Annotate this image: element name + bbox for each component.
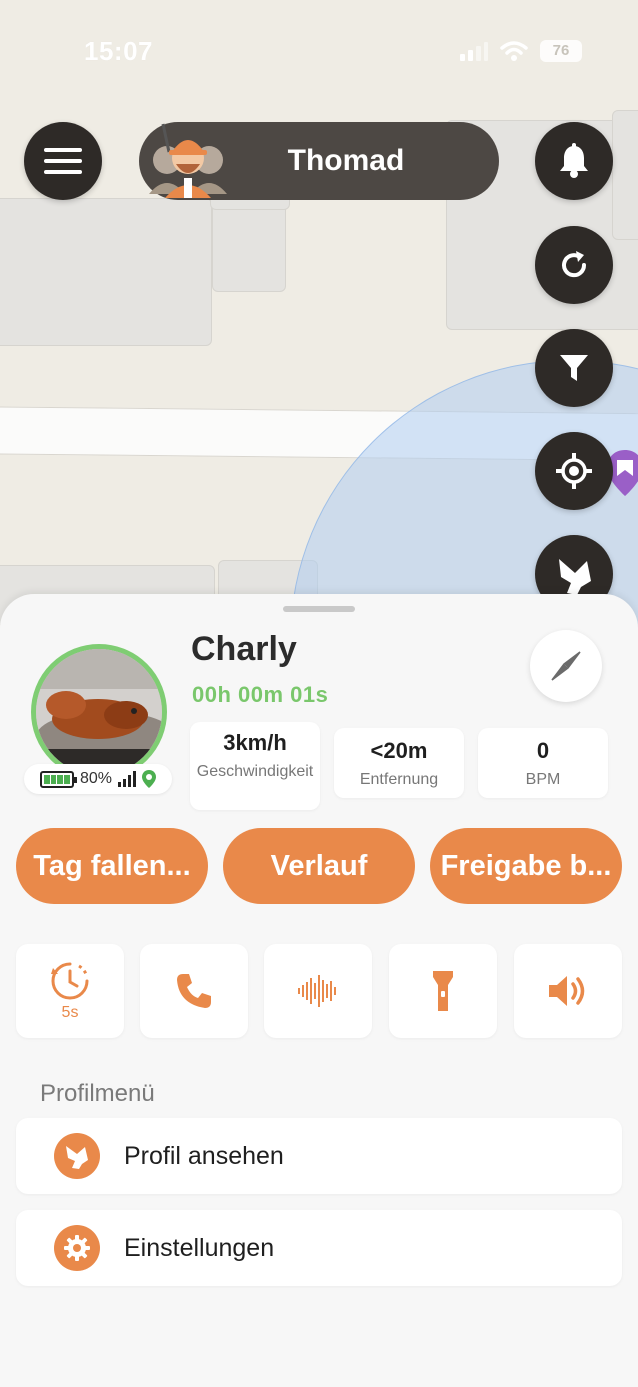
phone-icon: [177, 974, 211, 1008]
settings-row[interactable]: Einstellungen: [16, 1210, 622, 1286]
wifi-icon: [500, 41, 528, 61]
view-profile-row[interactable]: Profil ansehen: [16, 1118, 622, 1194]
hunter-group-icon: [149, 123, 227, 198]
dog-head-icon: [54, 1133, 100, 1179]
call-action-button[interactable]: [140, 944, 248, 1038]
user-selector[interactable]: Thomad: [139, 122, 499, 200]
status-time: 15:07: [84, 36, 153, 66]
share-button[interactable]: Freigabe b...: [430, 828, 622, 904]
tracking-timer: 00h 00m 01s: [192, 682, 329, 707]
status-bar: 15:07 76: [0, 36, 638, 72]
timer-value: 5s: [61, 1004, 79, 1021]
timer-icon: [51, 962, 89, 1000]
bpm-value: 0: [536, 738, 550, 763]
refresh-button[interactable]: [535, 226, 613, 304]
user-avatar: [143, 122, 233, 200]
dog-head-icon: [559, 559, 591, 595]
battery-icon: [39, 770, 77, 788]
notifications-button[interactable]: [535, 122, 613, 200]
dog-detail-sheet: 80% Charly 00h 00m 01s 3km/h Geschwindig…: [0, 594, 638, 1387]
filter-icon: [560, 355, 588, 381]
flashlight-icon: [433, 971, 453, 1011]
flashlight-action-button[interactable]: [389, 944, 497, 1038]
dog-battery: 80%: [79, 770, 113, 787]
menu-button[interactable]: [24, 122, 102, 200]
view-profile-label: Profil ansehen: [124, 1141, 284, 1170]
speaker-action-button[interactable]: [514, 944, 622, 1038]
dog-name: Charly: [191, 630, 297, 668]
bpm-stat: 0 BPM: [478, 728, 608, 798]
map-building: [612, 110, 638, 240]
battery-indicator: 76: [540, 40, 582, 62]
dog-photo-image: [36, 649, 162, 775]
dog-avatar[interactable]: [31, 644, 167, 780]
map-building: [212, 196, 286, 292]
sound-action-button[interactable]: [264, 944, 372, 1038]
sheet-drag-handle[interactable]: [283, 606, 355, 612]
gps-pin-icon: [142, 770, 157, 788]
compass-icon: [551, 651, 581, 681]
signal-strength-icon: [118, 771, 137, 787]
distance-label: Entfernung: [359, 771, 439, 788]
locate-button[interactable]: [535, 432, 613, 510]
user-name: Thomad: [287, 144, 405, 177]
timer-action-button[interactable]: 5s: [16, 944, 124, 1038]
sound-wave-icon: [298, 975, 336, 1007]
distance-value: <20m: [370, 738, 428, 763]
compass-button[interactable]: [530, 630, 602, 702]
drop-tag-button[interactable]: Tag fallen...: [16, 828, 208, 904]
map-building: [0, 198, 212, 346]
bpm-label: BPM: [525, 771, 561, 788]
profile-menu-title: Profilmenü: [40, 1080, 155, 1107]
speed-value: 3km/h: [223, 730, 287, 755]
hamburger-icon: [44, 148, 82, 174]
cellular-signal-icon: [460, 42, 488, 61]
bell-icon: [560, 143, 588, 178]
device-status: 80%: [24, 764, 172, 794]
settings-label: Einstellungen: [124, 1233, 275, 1262]
filter-button[interactable]: [535, 329, 613, 407]
gear-icon: [54, 1225, 100, 1271]
map-view[interactable]: 15:07 76 Thomad: [0, 0, 638, 640]
speaker-icon: [549, 976, 585, 1006]
crosshair-icon: [556, 453, 592, 489]
distance-stat: <20m Entfernung: [334, 728, 464, 798]
history-button[interactable]: Verlauf: [223, 828, 415, 904]
speed-label: Geschwindigkeit: [196, 763, 314, 780]
speed-stat: 3km/h Geschwindigkeit: [190, 722, 320, 810]
refresh-icon: [562, 251, 587, 278]
